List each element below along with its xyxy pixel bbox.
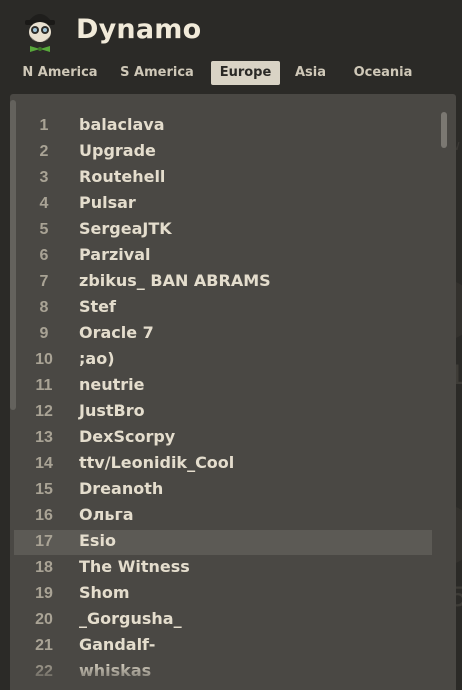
tab-n-america[interactable]: N America — [16, 61, 104, 85]
hero-header: Dynamo — [0, 0, 462, 60]
player-rank: 12 — [35, 403, 53, 420]
player-name: balaclava — [79, 115, 165, 134]
player-rank: 10 — [35, 351, 53, 368]
player-rank: 8 — [39, 299, 49, 316]
player-name: ;ao) — [79, 349, 115, 368]
player-name: _Gorgusha_ — [79, 609, 182, 628]
player-rank: 6 — [39, 247, 49, 264]
player-rank: 5 — [39, 221, 49, 238]
player-rank: 17 — [35, 533, 53, 550]
leaderboard-row[interactable]: 17 Esio — [14, 530, 432, 555]
player-rank: 7 — [39, 273, 49, 290]
player-rank: 11 — [35, 377, 53, 394]
player-name: Dreanoth — [79, 479, 164, 498]
leaderboard-row[interactable]: 20 _Gorgusha_ — [14, 608, 432, 633]
leaderboard-row[interactable]: 12 JustBro — [14, 400, 432, 425]
player-name: whiskas — [79, 661, 152, 680]
leaderboard-row[interactable]: 8 Stef — [14, 296, 432, 321]
player-name: Oracle 7 — [79, 323, 154, 342]
dynamo-hero-icon — [20, 8, 60, 52]
leaderboard-row[interactable]: 21 Gandalf- — [14, 634, 432, 659]
player-rank: 20 — [35, 611, 53, 628]
tab-europe[interactable]: Europe — [211, 61, 280, 85]
tab-s-america[interactable]: S America — [114, 61, 200, 85]
player-name: Stef — [79, 297, 116, 316]
leaderboard-row[interactable]: 9 Oracle 7 — [14, 322, 432, 347]
leaderboard-row[interactable]: 3 Routehell — [14, 166, 432, 191]
player-rank: 14 — [35, 455, 53, 472]
leaderboard-row[interactable]: 6 Parzival — [14, 244, 432, 269]
player-rank: 2 — [39, 143, 49, 160]
player-rank: 4 — [39, 195, 49, 212]
player-name: Esio — [79, 531, 116, 550]
player-name: DexScorpy — [79, 427, 176, 446]
leaderboard-row[interactable]: 7 zbikus_ BAN ABRAMS — [14, 270, 432, 295]
leaderboard-row[interactable]: 4 Pulsar — [14, 192, 432, 217]
player-rank: 1 — [39, 117, 49, 134]
player-name: JustBro — [79, 401, 145, 420]
leaderboard-row[interactable]: 15 Dreanoth — [14, 478, 432, 503]
hero-title: Dynamo — [76, 14, 202, 45]
leaderboard-panel: 1 balaclava 2 Upgrade 3 Routehell 4 Pulsar 5 Serg… — [10, 94, 456, 690]
leaderboard-row[interactable]: 11 neutrie — [14, 374, 432, 399]
player-rank: 19 — [35, 585, 53, 602]
tab-asia[interactable]: Asia — [288, 61, 333, 85]
leaderboard-row[interactable]: 19 Shom — [14, 582, 432, 607]
player-name: The Witness — [79, 557, 190, 576]
player-name: ttv/Leonidik_Cool — [79, 453, 235, 472]
leaderboard-row[interactable]: 5 SergeaJTK — [14, 218, 432, 243]
player-name: Ольга — [79, 505, 134, 524]
player-rank: 21 — [35, 637, 53, 654]
player-name: Upgrade — [79, 141, 156, 160]
player-name: Gandalf- — [79, 635, 156, 654]
player-name: neutrie — [79, 375, 145, 394]
leaderboard-row[interactable]: 10 ;ao) — [14, 348, 432, 373]
player-name: SergeaJTK — [79, 219, 172, 238]
player-rank: 22 — [35, 663, 53, 680]
player-rank: 16 — [35, 507, 53, 524]
leaderboard-row[interactable]: 16 Ольга — [14, 504, 432, 529]
player-name: Routehell — [79, 167, 166, 186]
list-scrollbar-thumb[interactable] — [441, 112, 447, 148]
leaderboard-row[interactable]: 2 Upgrade — [14, 140, 432, 165]
leaderboard-row[interactable]: 22 whiskas — [14, 660, 432, 685]
player-rank: 9 — [39, 325, 49, 342]
player-rank: 15 — [35, 481, 53, 498]
tab-oceania[interactable]: Oceania — [346, 61, 420, 85]
player-rank: 18 — [35, 559, 53, 576]
player-rank: 13 — [35, 429, 53, 446]
leaderboard-row[interactable]: 13 DexScorpy — [14, 426, 432, 451]
player-name: Shom — [79, 583, 130, 602]
player-name: Pulsar — [79, 193, 136, 212]
leaderboard-row[interactable]: 1 balaclava — [14, 114, 432, 139]
leaderboard-row[interactable]: 14 ttv/Leonidik_Cool — [14, 452, 432, 477]
player-name: Parzival — [79, 245, 151, 264]
leaderboard-row[interactable]: 18 The Witness — [14, 556, 432, 581]
player-rank: 3 — [39, 169, 49, 186]
player-name: zbikus_ BAN ABRAMS — [79, 271, 271, 290]
